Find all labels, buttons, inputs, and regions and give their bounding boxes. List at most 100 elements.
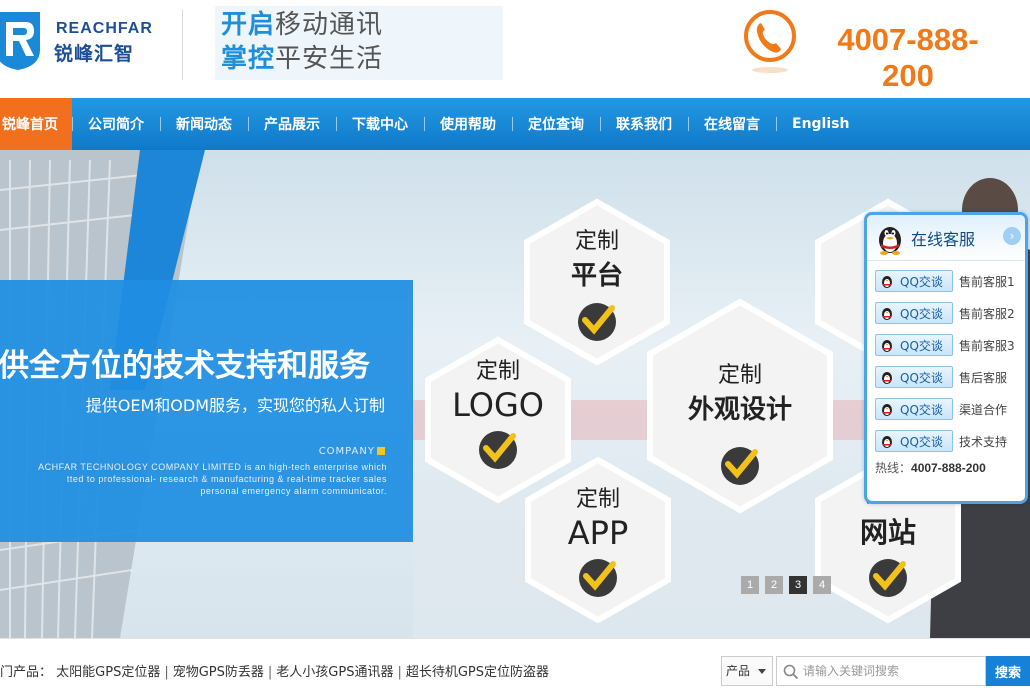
header-divider	[182, 10, 183, 80]
qq-penguin-icon	[882, 372, 892, 384]
hex-website-main: 网站	[860, 516, 916, 549]
qq-chat-label: QQ交谈	[900, 370, 943, 385]
banner-title-text: 供全方位的技术支持和服务	[0, 348, 370, 384]
slogan-line-1-highlight: 开启	[221, 10, 276, 40]
hex-appearance-design[interactable]: 定制 外观设计	[647, 298, 833, 514]
service-role: 售后客服	[959, 370, 1008, 385]
hotline-number-part-2: 200	[882, 58, 934, 93]
qq-chat-label: QQ交谈	[900, 434, 943, 449]
hotline-number-part-1: 4007-888-	[837, 22, 979, 57]
service-list: QQ交谈 售前客服1 QQ交谈 售前客服2 QQ交谈 售前客服3 QQ交谈 售后…	[867, 261, 1025, 476]
nav-item-downloads[interactable]: 下载中心	[336, 98, 424, 150]
qq-chat-button[interactable]: QQ交谈	[875, 430, 953, 452]
service-role: 技术支持	[959, 434, 1008, 449]
hex-platform-top: 定制	[575, 229, 619, 254]
service-role: 售前客服1	[959, 274, 1015, 289]
hex-app-top: 定制	[576, 487, 620, 512]
hot-product-link[interactable]: 老人小孩GPS通讯器	[276, 665, 393, 680]
service-row: QQ交谈 售前客服2	[867, 297, 1025, 329]
hex-platform-main: 平台	[571, 260, 623, 291]
hotline-number: 4007-888- 200	[808, 22, 1008, 94]
hex-appearance-main: 外观设计	[688, 395, 792, 425]
nav-item-home[interactable]: 锐峰首页	[0, 98, 72, 150]
service-role: 售前客服2	[959, 306, 1015, 321]
banner-text-panel: 供全方位的技术支持和服务 提供OEM和ODM服务，实现您的私人订制 COMPAN…	[0, 280, 413, 542]
qq-chat-button[interactable]: QQ交谈	[875, 302, 953, 324]
company-label: COMPANY	[319, 446, 385, 457]
hex-appearance-top: 定制	[718, 363, 762, 388]
nav-item-location-query[interactable]: 定位查询	[512, 98, 600, 150]
separator: |	[164, 665, 169, 680]
service-hotline: 热线：4007-888-200	[867, 459, 1025, 476]
page: REACHFAR 锐峰汇智 开启移动通讯 掌控平安生活 4007-888- 200…	[0, 0, 1030, 700]
separator: |	[267, 665, 273, 680]
qq-chat-button[interactable]: QQ交谈	[875, 398, 953, 420]
service-row: QQ交谈 渠道合作	[867, 393, 1025, 425]
pager-dot[interactable]: 4	[813, 576, 831, 594]
banner-subtitle: 提供OEM和ODM服务，实现您的私人订制	[85, 396, 385, 415]
search-icon	[783, 664, 799, 680]
hex-logo-main: LOGO	[452, 386, 544, 424]
slogan: 开启移动通讯 掌控平安生活	[215, 6, 503, 80]
service-role: 渠道合作	[959, 402, 1008, 417]
service-row: QQ交谈 售前客服3	[867, 329, 1025, 361]
hot-products: 门产品： 太阳能GPS定位器 | 宠物GPS防丢器 | 老人小孩GPS通讯器 | 超长待机G…	[0, 661, 549, 680]
company-desc-line-3: personal emergency alarm communicator.	[200, 486, 387, 496]
nav-item-products[interactable]: 产品展示	[248, 98, 336, 150]
hot-product-link[interactable]: 宠物GPS防丢器	[173, 665, 264, 680]
hotline-label: 热线：	[875, 461, 912, 475]
hot-product-link[interactable]: 太阳能GPS定位器	[56, 665, 160, 680]
qq-chat-button[interactable]: QQ交谈	[875, 270, 953, 292]
reachfar-logo-icon[interactable]	[0, 8, 44, 72]
nav-item-news[interactable]: 新闻动态	[160, 98, 248, 150]
slogan-line-1-rest: 移动通讯	[275, 10, 384, 40]
service-row: QQ交谈 技术支持	[867, 425, 1025, 457]
slogan-line-1: 开启移动通讯	[221, 8, 497, 42]
nav-item-help[interactable]: 使用帮助	[424, 98, 512, 150]
hex-logo-top: 定制	[476, 359, 520, 384]
company-description: ACHFAR TECHNOLOGY COMPANY LIMITED is an …	[0, 461, 387, 497]
brand-chinese-name: 锐峰汇智	[54, 43, 135, 65]
online-service-title: 在线客服	[911, 229, 976, 249]
banner-pager: 1 2 3 4	[741, 576, 831, 594]
hex-platform[interactable]: 定制 平台	[524, 198, 670, 366]
search-button[interactable]: 搜索	[986, 656, 1030, 686]
service-row: QQ交谈 售前客服1	[867, 265, 1025, 297]
nav-item-english[interactable]: English	[776, 98, 865, 150]
qq-penguin-icon	[879, 226, 901, 255]
qq-chat-label: QQ交谈	[900, 338, 943, 353]
search-box	[776, 656, 986, 686]
hex-logo[interactable]: 定制 LOGO	[425, 336, 571, 504]
nav-item-contact[interactable]: 联系我们	[600, 98, 688, 150]
site-header: REACHFAR 锐峰汇智 开启移动通讯 掌控平安生活 4007-888- 200	[0, 0, 1030, 98]
nav-item-message[interactable]: 在线留言	[688, 98, 776, 150]
qq-chat-label: QQ交谈	[900, 402, 943, 417]
collapse-icon[interactable]: ›	[1003, 227, 1021, 245]
qq-penguin-icon	[882, 276, 892, 288]
qq-penguin-icon	[882, 308, 892, 320]
banner-title: 供全方位的技术支持和服务	[0, 340, 413, 385]
slogan-line-2-rest: 平安生活	[275, 44, 384, 74]
qq-penguin-icon	[882, 436, 892, 448]
slogan-line-2-highlight: 掌控	[221, 44, 276, 74]
online-service-panel: 在线客服 › QQ交谈 售前客服1 QQ交谈 售前客服2 QQ交谈 售前客服3 …	[864, 212, 1028, 504]
phone-icon	[744, 10, 796, 73]
qq-chat-label: QQ交谈	[900, 274, 943, 289]
pager-dot-active[interactable]: 3	[789, 576, 807, 594]
company-desc-line-2: tted to professional- research & manufac…	[66, 474, 387, 484]
hot-products-label: 门产品：	[0, 665, 53, 680]
service-row: QQ交谈 售后客服	[867, 361, 1025, 393]
qq-penguin-icon	[882, 340, 892, 352]
nav-item-about[interactable]: 公司简介	[72, 98, 160, 150]
qq-chat-button[interactable]: QQ交谈	[875, 334, 953, 356]
search-category-select[interactable]: 产品	[721, 656, 773, 686]
pager-dot[interactable]: 2	[765, 576, 783, 594]
qq-penguin-icon	[882, 404, 892, 416]
company-desc-line-1: ACHFAR TECHNOLOGY COMPANY LIMITED is an …	[38, 462, 387, 472]
bottom-bar: 门产品： 太阳能GPS定位器 | 宠物GPS防丢器 | 老人小孩GPS通讯器 | 超长待机G…	[0, 638, 1030, 700]
hot-product-link[interactable]: 超长待机GPS定位防盗器	[406, 665, 549, 680]
search-input[interactable]	[803, 659, 983, 683]
separator: |	[397, 665, 402, 680]
qq-chat-button[interactable]: QQ交谈	[875, 366, 953, 388]
pager-dot[interactable]: 1	[741, 576, 759, 594]
